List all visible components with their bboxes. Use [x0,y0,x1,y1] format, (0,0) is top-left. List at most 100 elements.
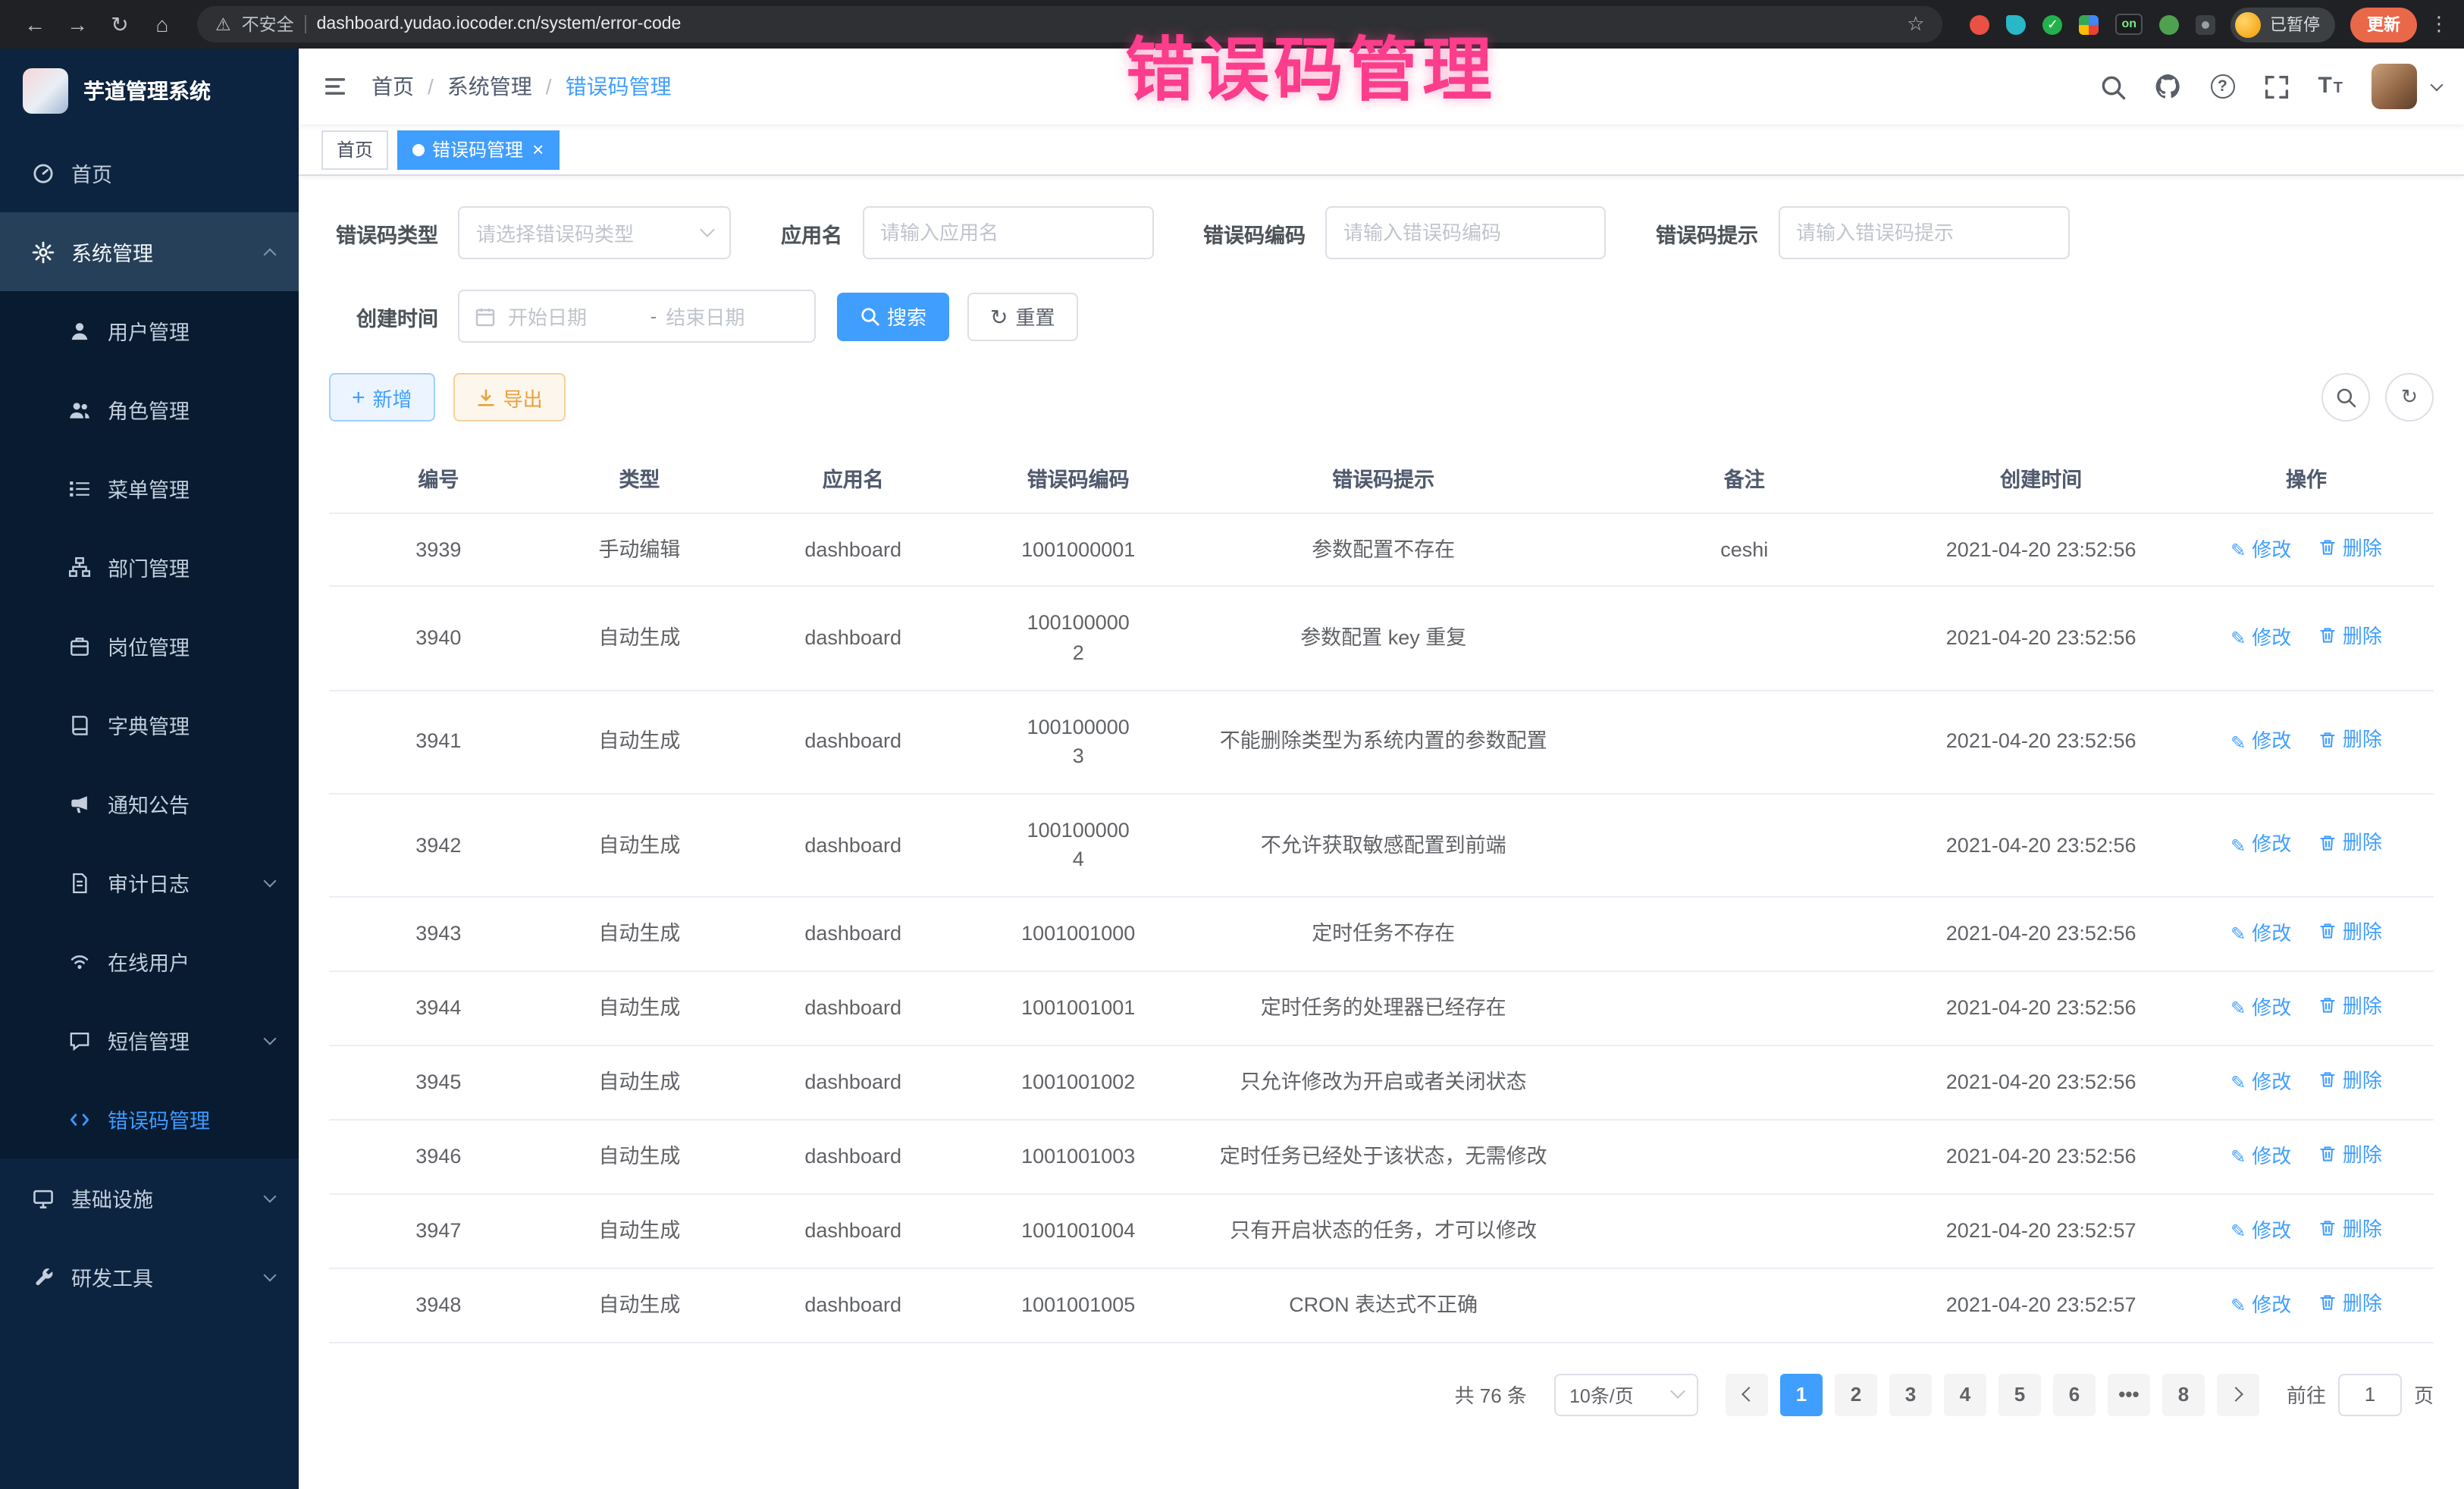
sidebar-item-dict[interactable]: 字典管理 [0,685,299,764]
table-row[interactable]: 3945 自动生成 dashboard 1001001002 只允许修改为开启或… [329,1045,2434,1120]
extension-on-badge[interactable]: on [2115,14,2143,35]
sidebar-item-home[interactable]: 首页 [0,133,299,212]
browser-home-icon[interactable]: ⌂ [143,5,182,44]
edit-button[interactable]: ✎ 修改 [2230,625,2291,654]
sidebar-item-departments[interactable]: 部门管理 [0,528,299,607]
extension-red-icon[interactable] [1970,14,1989,34]
error-hint-input[interactable] [1778,206,2069,259]
reload-icon[interactable]: ↻ [100,5,140,44]
delete-button[interactable]: 删除 [2318,1290,2382,1319]
edit-button[interactable]: ✎ 修改 [2230,1292,2291,1321]
delete-button[interactable]: 删除 [2318,1067,2382,1096]
extension-drop-icon[interactable] [2006,14,2026,34]
chevron-down-icon[interactable] [2431,79,2444,92]
edit-button[interactable]: ✎ 修改 [2230,536,2291,565]
add-button[interactable]: + 新增 [329,373,435,422]
pager-page-1[interactable]: 1 [1780,1374,1823,1416]
update-button[interactable]: 更新 [2350,7,2417,42]
delete-button[interactable]: 删除 [2318,726,2382,755]
app-logo[interactable]: 芋道管理系统 [0,49,299,133]
delete-button[interactable]: 删除 [2318,1216,2382,1245]
delete-button[interactable]: 删除 [2318,993,2382,1022]
pager-page-4[interactable]: 4 [1944,1374,1986,1416]
edit-button[interactable]: ✎ 修改 [2230,728,2291,757]
pager-page-2[interactable]: 2 [1835,1374,1877,1416]
address-bar[interactable]: ⚠ 不安全 dashboard.yudao.iocoder.cn/system/… [197,6,1942,42]
delete-button[interactable]: 删除 [2318,830,2382,859]
extensions-pin-icon[interactable] [2196,14,2215,34]
edit-button[interactable]: ✎ 修改 [2230,832,2291,860]
sidebar-item-system[interactable]: 系统管理 [0,212,299,291]
tab-error-code[interactable]: 错误码管理 × [397,130,559,169]
edit-button[interactable]: ✎ 修改 [2230,1218,2291,1246]
edit-button[interactable]: ✎ 修改 [2230,1143,2291,1172]
page-size-select[interactable]: 10条/页 [1554,1374,1698,1416]
date-range-picker[interactable]: 开始日期 - 结束日期 [458,290,816,343]
extension-grid-icon[interactable] [2079,14,2099,34]
table-row[interactable]: 3944 自动生成 dashboard 1001001001 定时任务的处理器已… [329,971,2434,1045]
pager-page-6[interactable]: 6 [2053,1374,2096,1416]
sidebar-item-error-code[interactable]: 错误码管理 [0,1080,299,1158]
table-row[interactable]: 3941 自动生成 dashboard 100100000 3 不能删除类型为系… [329,690,2434,793]
close-icon[interactable]: × [532,139,544,159]
pager-more[interactable]: ••• [2108,1374,2150,1416]
prev-page-button[interactable] [1726,1374,1768,1416]
tab-home[interactable]: 首页 [321,130,388,169]
table-row[interactable]: 3946 自动生成 dashboard 1001001003 定时任务已经处于该… [329,1120,2434,1194]
sidebar-item-audit-log[interactable]: 审计日志 [0,843,299,922]
sidebar-item-posts[interactable]: 岗位管理 [0,607,299,685]
pager-page-8[interactable]: 8 [2162,1374,2205,1416]
table-row[interactable]: 3942 自动生成 dashboard 100100000 4 不允许获取敏感配… [329,793,2434,896]
reset-button[interactable]: ↻ 重置 [967,292,1078,340]
extension-check-icon[interactable]: ✓ [2042,14,2062,34]
hide-search-button[interactable] [2321,373,2370,422]
sidebar-item-sms[interactable]: 短信管理 [0,1001,299,1080]
back-icon[interactable]: ← [15,5,55,44]
error-code-input[interactable] [1325,206,1606,259]
font-size-icon[interactable]: TT [2318,73,2343,100]
pager-page-3[interactable]: 3 [1889,1374,1932,1416]
sidebar-item-menus[interactable]: 菜单管理 [0,449,299,528]
bookmark-star-icon[interactable]: ☆ [1907,12,1924,36]
sidebar-item-infra[interactable]: 基础设施 [0,1158,299,1237]
edit-button[interactable]: ✎ 修改 [2230,1069,2291,1098]
extension-leaf-icon[interactable] [2159,14,2179,34]
error-type-select[interactable]: 请选择错误码类型 [458,206,731,259]
browser-menu-icon[interactable]: ⋮ [2429,12,2449,36]
search-button[interactable]: 搜索 [837,292,949,340]
breadcrumb-home[interactable]: 首页 [371,71,414,102]
delete-button[interactable]: 删除 [2318,1142,2382,1171]
github-icon[interactable] [2154,73,2181,100]
app-name-label: 应用名 [781,218,842,248]
profile-paused-badge[interactable]: 已暂停 [2230,7,2335,42]
search-icon[interactable] [2099,73,2125,100]
cell-code: 100100000 2 [975,587,1181,690]
sidebar-item-online-users[interactable]: 在线用户 [0,922,299,1001]
sidebar-item-notice[interactable]: 通知公告 [0,764,299,843]
delete-button[interactable]: 删除 [2318,534,2382,563]
table-row[interactable]: 3943 自动生成 dashboard 1001001000 定时任务不存在 2… [329,897,2434,971]
help-icon[interactable]: ? [2210,73,2234,100]
pager-page-5[interactable]: 5 [1998,1374,2041,1416]
sidebar-item-roles[interactable]: 角色管理 [0,370,299,449]
sidebar-item-users[interactable]: 用户管理 [0,291,299,370]
fullscreen-icon[interactable] [2263,73,2289,100]
delete-button[interactable]: 删除 [2318,919,2382,948]
goto-page-input[interactable] [2338,1374,2402,1416]
app-name-input[interactable] [862,206,1153,259]
table-row[interactable]: 3939 手动编辑 dashboard 1001000001 参数配置不存在 c… [329,513,2434,587]
hamburger-icon[interactable] [321,74,349,99]
delete-button[interactable]: 删除 [2318,623,2382,652]
table-row[interactable]: 3940 自动生成 dashboard 100100000 2 参数配置 key… [329,587,2434,690]
breadcrumb-section[interactable]: 系统管理 [447,71,532,102]
export-button[interactable]: 导出 [453,373,566,422]
table-row[interactable]: 3948 自动生成 dashboard 1001001005 CRON 表达式不… [329,1268,2434,1343]
user-avatar[interactable] [2372,64,2417,109]
edit-button[interactable]: ✎ 修改 [2230,920,2291,949]
refresh-list-button[interactable]: ↻ [2385,373,2434,422]
next-page-button[interactable] [2217,1374,2259,1416]
table-row[interactable]: 3947 自动生成 dashboard 1001001004 只有开启状态的任务… [329,1194,2434,1268]
edit-button[interactable]: ✎ 修改 [2230,995,2291,1023]
forward-icon[interactable]: → [58,5,97,44]
sidebar-item-dev-tools[interactable]: 研发工具 [0,1237,299,1316]
